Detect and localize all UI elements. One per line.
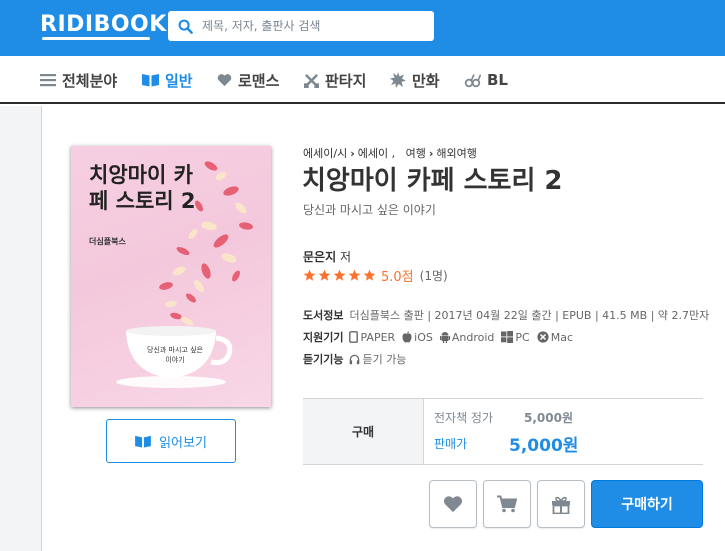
windows-icon xyxy=(501,331,514,343)
book-open-icon xyxy=(135,435,151,448)
sale-price-label: 판매가 xyxy=(434,437,468,451)
sale-price-row: 판매가 5,000원 xyxy=(434,435,578,456)
category-nav: 전체분야 일반 로맨스 판타지 만화 BL xyxy=(0,56,725,104)
nav-item-comics[interactable]: 만화 xyxy=(390,56,440,104)
device-ios: iOS xyxy=(402,331,433,344)
ebook-price-value: 5,000원 xyxy=(524,411,573,425)
crumb-overseas-travel[interactable]: 해외여행 xyxy=(436,147,476,160)
devices-label: 지원기기 xyxy=(303,331,344,344)
read-preview-label: 읽어보기 xyxy=(159,435,207,451)
cover-publisher: 더심플북스 xyxy=(89,237,126,246)
star-icon xyxy=(363,269,376,281)
rating-score: 5.0점 xyxy=(381,270,414,285)
star-icon xyxy=(318,269,331,281)
nav-item-bl[interactable]: BL xyxy=(464,56,508,104)
nav-label-comics: 만화 xyxy=(412,71,440,90)
rating: 5.0점 (1명) xyxy=(303,266,448,285)
purchase-box: 구매 전자책 정가 5,000원 판매가 5,000원 xyxy=(303,398,703,465)
rating-count: (1명) xyxy=(419,269,448,283)
book-icon xyxy=(142,74,159,87)
apple-icon xyxy=(402,331,412,343)
heart-icon xyxy=(443,496,463,513)
burst-icon xyxy=(390,72,406,88)
read-preview-button[interactable]: 읽어보기 xyxy=(106,419,236,463)
device-paper: PAPER xyxy=(349,331,395,344)
device-android: Android xyxy=(439,330,495,344)
logo-underline xyxy=(42,37,150,40)
nav-item-fantasy[interactable]: 판타지 xyxy=(304,56,366,104)
crumb-travel[interactable]: 여행 xyxy=(406,147,426,160)
cart-icon xyxy=(497,495,517,513)
nav-item-romance[interactable]: 로맨스 xyxy=(217,56,279,104)
listen-label: 듣기기능 xyxy=(303,353,344,366)
crumb-essay-poetry[interactable]: 에세이/시 xyxy=(303,147,347,160)
ebook-price-row: 전자책 정가 5,000원 xyxy=(434,409,573,426)
book-cover[interactable]: 치앙마이 카페 스토리 2 더심플북스 당신과 마시고 싶은 이야기 xyxy=(71,146,271,407)
cover-title: 치앙마이 카페 스토리 2 xyxy=(89,163,196,213)
mac-icon xyxy=(537,331,549,343)
star-icon xyxy=(303,269,316,281)
top-header: RIDIBOOKS xyxy=(0,0,725,56)
gender-icon xyxy=(464,73,481,87)
book-info-row: 도서정보 더심플북스 출판 | 2017년 04월 22일 출간 | EPUB … xyxy=(303,307,709,323)
star-icon xyxy=(348,269,361,281)
chevron-right-icon: › xyxy=(428,147,434,160)
add-to-cart-button[interactable] xyxy=(483,480,531,528)
purchase-label: 구매 xyxy=(303,399,424,464)
ridibooks-logo[interactable]: RIDIBOOKS xyxy=(40,12,183,37)
phone-icon xyxy=(349,331,359,343)
nav-label-romance: 로맨스 xyxy=(238,71,280,90)
nav-label-bl: BL xyxy=(487,71,508,89)
sale-price-value: 5,000원 xyxy=(509,436,579,456)
device-pc-label: PC xyxy=(515,330,530,344)
author-line: 문은지 저 xyxy=(303,248,351,265)
device-android-label: Android xyxy=(451,330,495,344)
listen-feature: 듣기 가능 xyxy=(349,351,406,367)
search-input[interactable] xyxy=(202,11,427,41)
supported-devices-row: 지원기기 PAPER iOS Android PC Mac xyxy=(303,329,580,345)
device-ios-label: iOS xyxy=(414,330,433,344)
chevron-right-icon: › xyxy=(350,147,355,160)
nav-label-fantasy: 판타지 xyxy=(325,71,367,90)
author-role: 저 xyxy=(339,250,351,264)
nav-item-all[interactable]: 전체분야 xyxy=(40,56,117,104)
book-info-label: 도서정보 xyxy=(303,309,344,322)
device-paper-label: PAPER xyxy=(360,330,396,344)
android-icon xyxy=(439,332,450,343)
breadcrumb: 에세이/시 › 에세이 , 여행 › 해외여행 xyxy=(303,145,477,161)
ebook-price-label: 전자책 정가 xyxy=(434,411,494,425)
device-pc: PC xyxy=(501,330,530,344)
nav-label-all: 전체분야 xyxy=(62,71,118,90)
book-title: 치앙마이 카페 스토리 2 xyxy=(302,166,563,196)
star-icon xyxy=(333,269,346,281)
heart-icon xyxy=(217,74,232,87)
listen-text: 듣기 가능 xyxy=(362,353,407,366)
menu-icon xyxy=(40,74,56,87)
book-subtitle: 당신과 마시고 싶은 이야기 xyxy=(303,203,436,217)
device-mac: Mac xyxy=(537,331,573,344)
search-icon xyxy=(178,19,193,34)
crumb-essay[interactable]: 에세이 , xyxy=(358,147,395,160)
buy-button[interactable]: 구매하기 xyxy=(591,480,703,528)
listen-feature-row: 듣기기능 듣기 가능 xyxy=(303,351,413,367)
author-name[interactable]: 문은지 xyxy=(303,250,336,264)
wishlist-button[interactable] xyxy=(429,480,477,528)
swords-icon xyxy=(304,73,319,88)
nav-item-general[interactable]: 일반 xyxy=(142,56,193,104)
device-mac-label: Mac xyxy=(550,330,574,344)
headphones-icon xyxy=(350,354,360,364)
nav-label-general: 일반 xyxy=(165,71,193,90)
search-box[interactable] xyxy=(168,11,434,41)
gift-button[interactable] xyxy=(537,480,585,528)
left-gutter xyxy=(0,106,42,551)
book-info-text: 더심플북스 출판 | 2017년 04월 22일 출간 | EPUB | 41.… xyxy=(349,309,710,322)
cover-cup-text: 당신과 마시고 싶은 이야기 xyxy=(147,346,203,364)
gift-icon xyxy=(552,496,570,514)
